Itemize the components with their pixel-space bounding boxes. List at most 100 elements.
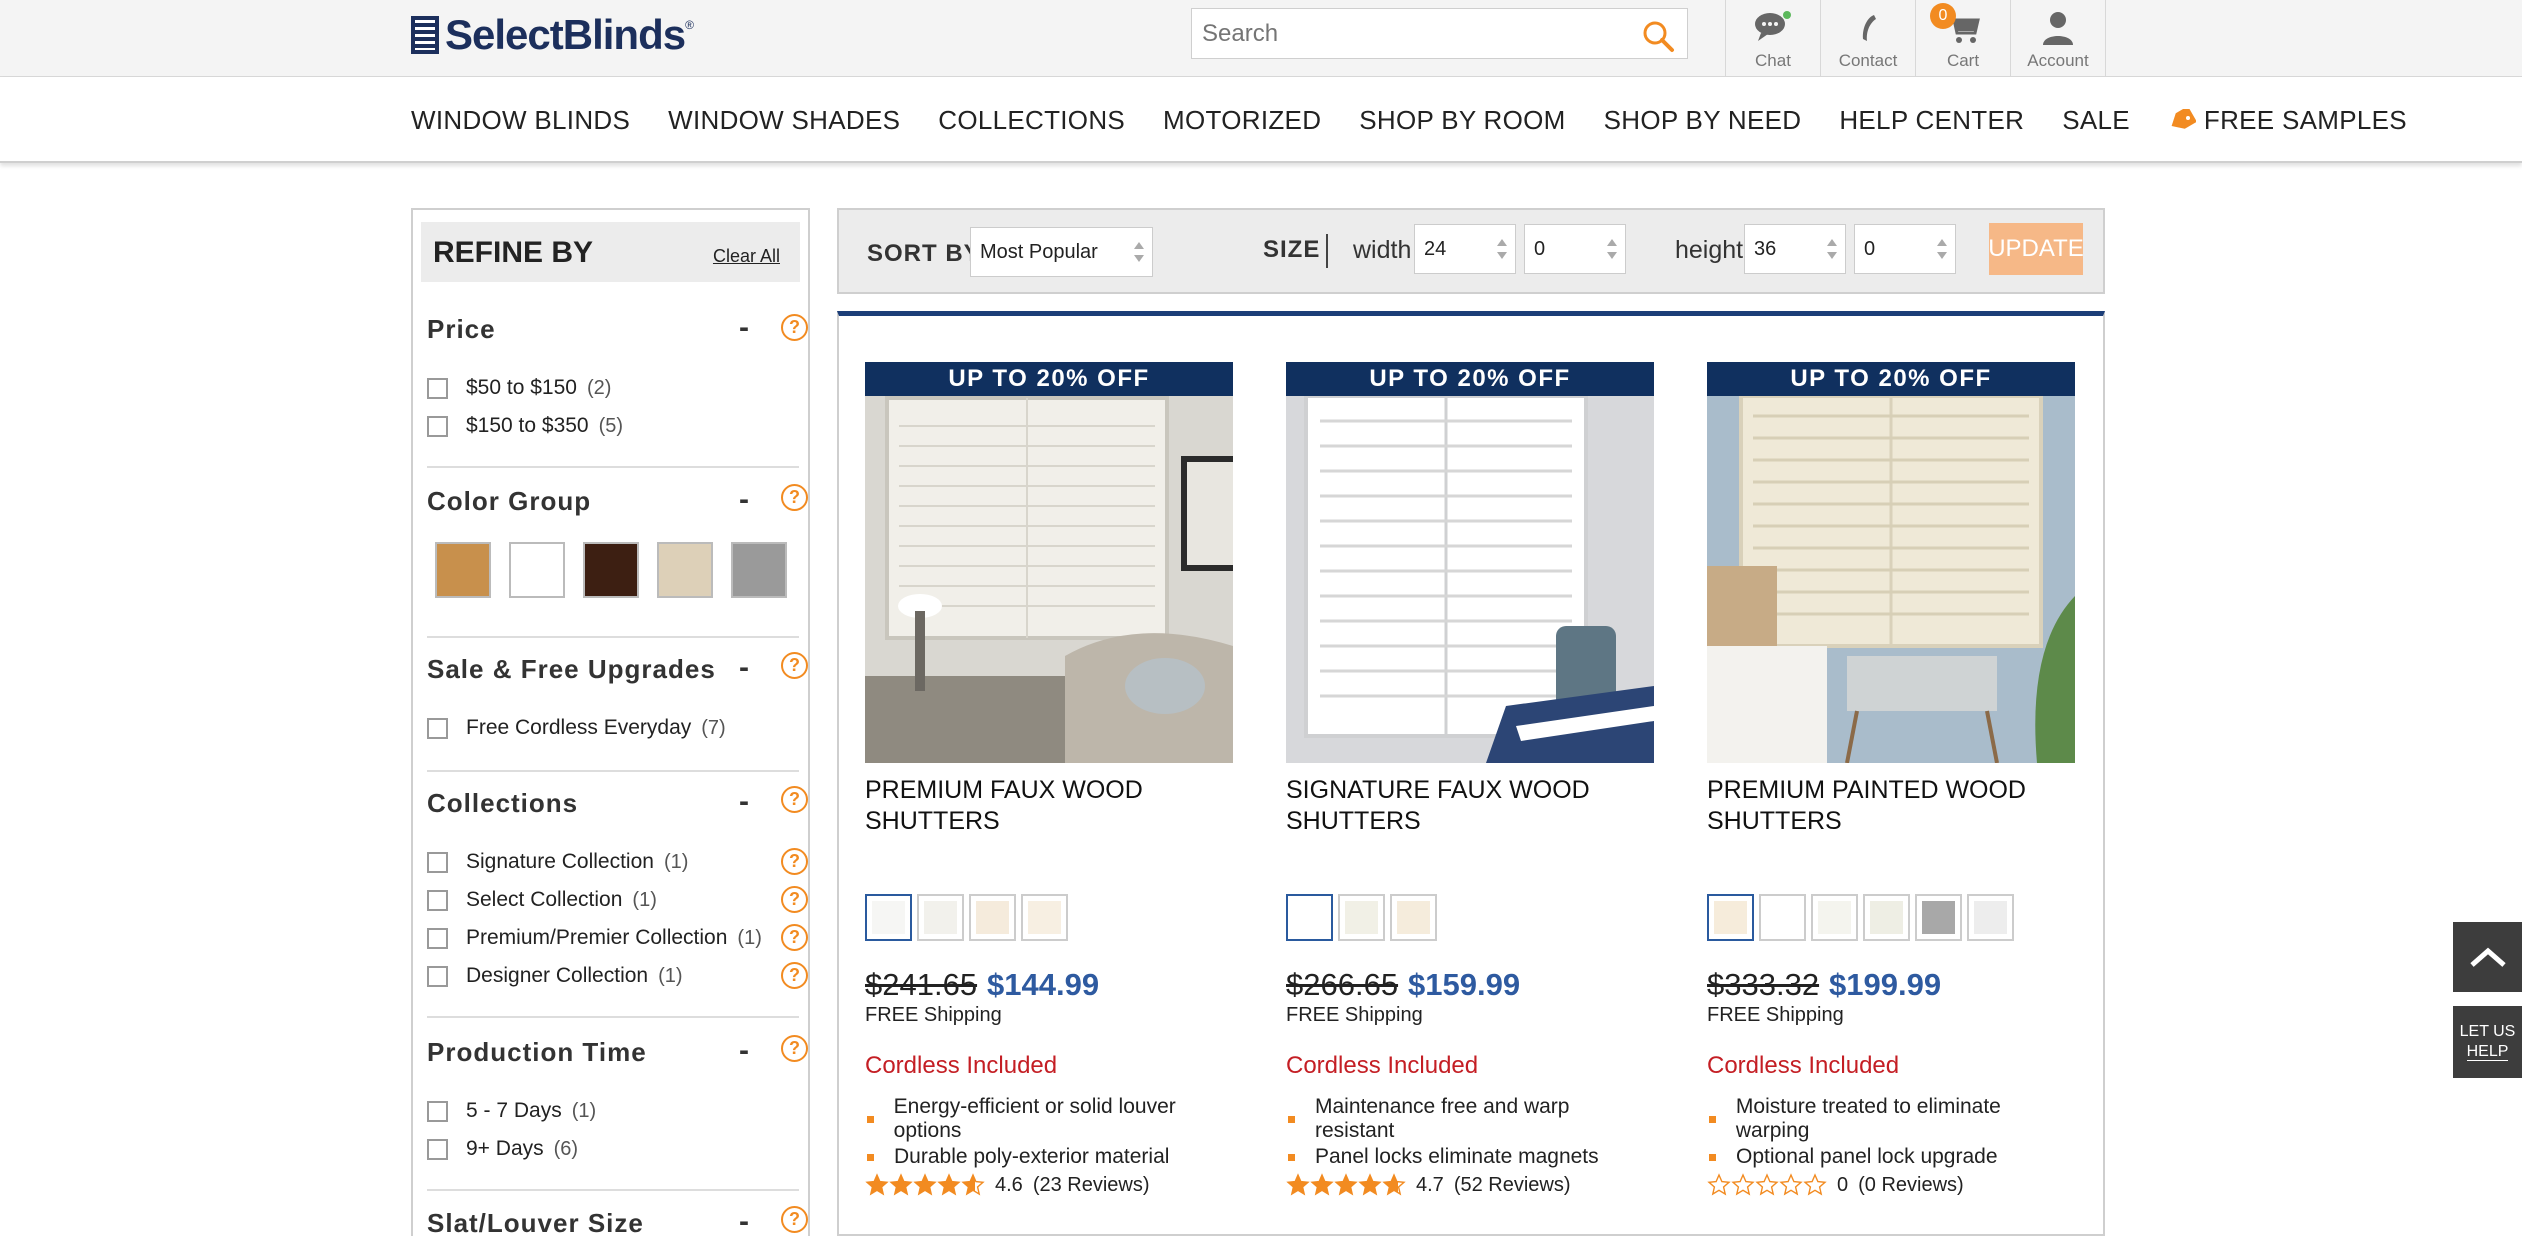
search-input[interactable] [1192,9,1632,58]
checkbox[interactable] [427,851,448,873]
color-group-help-icon[interactable]: ? [781,484,808,511]
nav-sale[interactable]: SALE [2062,105,2130,136]
premium-help-icon[interactable]: ? [781,924,808,951]
width-fraction-select[interactable]: 0 [1524,224,1626,274]
product-image[interactable] [1286,396,1654,763]
production-option-5-7[interactable]: 5 - 7 Days (1) [427,1097,596,1125]
sale-option-free-cordless[interactable]: Free Cordless Everyday (7) [427,714,726,742]
nav-window-blinds[interactable]: WINDOW BLINDS [411,105,630,136]
clear-all-link[interactable]: Clear All [713,246,780,267]
collection-option-signature[interactable]: Signature Collection (1) [427,848,688,876]
checkbox[interactable] [427,1100,448,1122]
color-chip[interactable] [1390,894,1437,941]
color-chip[interactable] [917,894,964,941]
swatch-tan[interactable] [435,542,491,598]
collection-option-designer[interactable]: Designer Collection (1) [427,962,683,990]
color-chip[interactable] [1863,894,1910,941]
chat-button[interactable]: Chat [1726,0,1821,77]
color-group-facet-title[interactable]: Color Group [427,486,591,517]
update-button[interactable]: UPDATE [1988,223,2084,275]
nav-help-center[interactable]: HELP CENTER [1839,105,2024,136]
production-time-facet-title[interactable]: Production Time [427,1037,647,1068]
review-count[interactable]: (23 Reviews) [1033,1174,1150,1197]
designer-help-icon[interactable]: ? [781,962,808,989]
production-time-help-icon[interactable]: ? [781,1035,808,1062]
sale-upgrades-facet-title[interactable]: Sale & Free Upgrades [427,654,716,685]
swatch-gray[interactable] [731,542,787,598]
collections-help-icon[interactable]: ? [781,786,808,813]
checkbox[interactable] [427,889,448,911]
price-option-50-150[interactable]: $50 to $150 (2) [427,374,611,402]
color-chip[interactable] [1286,894,1333,941]
nav-shop-by-room[interactable]: SHOP BY ROOM [1359,105,1565,136]
collapse-slat-size-button[interactable]: - [739,1207,749,1236]
collections-facet-title[interactable]: Collections [427,788,578,819]
product-rating[interactable]: 0 (0 Reviews) [1707,1173,1964,1197]
contact-button[interactable]: Contact [1821,0,1916,77]
color-chip[interactable] [865,894,912,941]
product-rating[interactable]: 4.7 (52 Reviews) [1286,1173,1571,1197]
search-icon[interactable] [1641,19,1675,53]
collapse-sale-button[interactable]: - [739,653,749,683]
checkbox[interactable] [427,965,448,987]
scroll-to-top-button[interactable] [2453,922,2522,992]
product-image[interactable] [865,396,1233,763]
checkbox[interactable] [427,1138,448,1160]
collapse-collections-button[interactable]: - [739,787,749,817]
color-chip[interactable] [1759,894,1806,941]
width-input[interactable]: 24 [1414,224,1516,274]
color-chip[interactable] [1707,894,1754,941]
product-image[interactable] [1707,396,2075,763]
review-count[interactable]: (52 Reviews) [1454,1174,1571,1197]
swatch-beige[interactable] [657,542,713,598]
color-chip[interactable] [969,894,1016,941]
divider [427,1189,799,1191]
checkbox[interactable] [427,717,448,739]
collapse-price-button[interactable]: - [739,313,749,343]
height-input[interactable]: 36 [1744,224,1846,274]
collapse-color-group-button[interactable]: - [739,485,749,515]
selectblinds-logo[interactable]: SelectBlinds ® [411,11,694,58]
collection-option-premium[interactable]: Premium/Premier Collection (1) [427,924,762,952]
product-rating[interactable]: 4.6 (23 Reviews) [865,1173,1150,1197]
size-divider [1326,234,1328,268]
let-us-help-tab[interactable]: LET US HELP [2453,1006,2522,1078]
price-help-icon[interactable]: ? [781,314,808,341]
review-count[interactable]: (0 Reviews) [1858,1174,1964,1197]
checkbox[interactable] [427,927,448,949]
checkbox[interactable] [427,377,448,399]
cart-button[interactable]: 0 Cart [1916,0,2011,77]
sale-help-icon[interactable]: ? [781,652,808,679]
select-help-icon[interactable]: ? [781,886,808,913]
sale-price: $199.99 [1829,967,1942,1002]
nav-collections[interactable]: COLLECTIONS [938,105,1125,136]
price-facet-title[interactable]: Price [427,314,496,345]
nav-shop-by-need[interactable]: SHOP BY NEED [1604,105,1802,136]
swatch-brown[interactable] [583,542,639,598]
production-option-9-plus[interactable]: 9+ Days (6) [427,1135,578,1163]
height-fraction-select[interactable]: 0 [1854,224,1956,274]
nav-window-shades[interactable]: WINDOW SHADES [668,105,900,136]
height-stepper-icon[interactable] [1825,234,1839,264]
price-option-150-350[interactable]: $150 to $350 (5) [427,412,623,440]
color-chip[interactable] [1338,894,1385,941]
color-chip[interactable] [1811,894,1858,941]
nav-free-samples[interactable]: FREE SAMPLES [2168,105,2407,136]
product-name[interactable]: PREMIUM FAUX WOOD SHUTTERS [865,775,1233,837]
checkbox[interactable] [427,415,448,437]
product-name[interactable]: PREMIUM PAINTED WOOD SHUTTERS [1707,775,2075,837]
color-chip[interactable] [1021,894,1068,941]
collection-option-select[interactable]: Select Collection (1) [427,886,657,914]
collapse-production-time-button[interactable]: - [739,1036,749,1066]
account-button[interactable]: Account [2011,0,2106,77]
color-chip[interactable] [1915,894,1962,941]
nav-motorized[interactable]: MOTORIZED [1163,105,1321,136]
slat-size-help-icon[interactable]: ? [781,1206,808,1233]
product-name[interactable]: SIGNATURE FAUX WOOD SHUTTERS [1286,775,1654,837]
signature-help-icon[interactable]: ? [781,848,808,875]
color-chip[interactable] [1967,894,2014,941]
sort-select[interactable]: Most Popular [970,227,1153,277]
swatch-white[interactable] [509,542,565,598]
width-stepper-icon[interactable] [1495,234,1509,264]
slat-size-facet-title[interactable]: Slat/Louver Size [427,1208,644,1236]
